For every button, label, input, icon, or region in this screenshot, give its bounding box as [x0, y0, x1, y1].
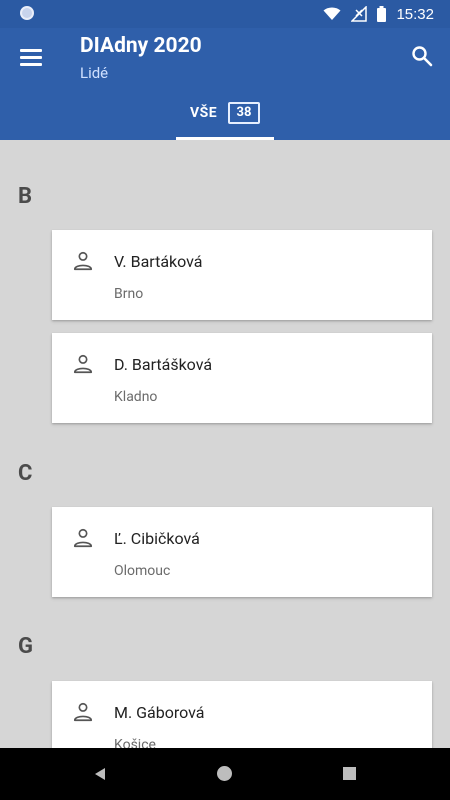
tab-all-label: VŠE — [190, 105, 218, 121]
battery-icon — [377, 6, 387, 22]
person-city: Brno — [114, 286, 144, 302]
notification-icon — [20, 6, 34, 20]
person-icon — [73, 702, 93, 722]
home-icon[interactable] — [217, 766, 232, 781]
person-name: D. Bartášková — [114, 355, 213, 374]
search-button[interactable] — [410, 44, 436, 70]
wifi-icon — [323, 7, 341, 20]
recents-icon[interactable] — [343, 767, 356, 780]
person-name: V. Bartáková — [114, 252, 203, 271]
signal-icon — [351, 6, 368, 22]
person-card[interactable]: V. Bartáková Brno — [52, 230, 432, 320]
system-nav-bar — [0, 748, 450, 800]
section-header-g: G — [18, 634, 33, 659]
search-icon — [412, 46, 433, 67]
tab-all[interactable]: VŠE 38 — [176, 100, 274, 140]
status-icons: 15:32 — [323, 5, 434, 23]
section-header-c: C — [18, 461, 33, 486]
person-icon — [73, 251, 93, 271]
app-bar: DIAdny 2020 Lidé VŠE 38 — [0, 28, 450, 140]
status-bar: 15:32 — [0, 0, 450, 28]
person-icon — [73, 528, 93, 548]
person-card[interactable]: Ľ. Cibičková Olomouc — [52, 507, 432, 597]
person-card[interactable]: D. Bartášková Kladno — [52, 333, 432, 423]
status-time: 15:32 — [396, 5, 434, 23]
person-name: M. Gáborová — [114, 703, 205, 722]
person-icon — [73, 354, 93, 374]
app-title: DIAdny 2020 — [80, 34, 202, 58]
people-list[interactable]: B V. Bartáková Brno D. Bartášková Kladno… — [0, 140, 450, 771]
tab-count-badge: 38 — [228, 102, 260, 124]
person-city: Kladno — [114, 389, 158, 405]
section-header-b: B — [18, 184, 33, 209]
person-city: Olomouc — [114, 563, 171, 579]
screen-subtitle: Lidé — [80, 64, 109, 82]
person-name: Ľ. Cibičková — [114, 529, 200, 548]
back-icon[interactable] — [92, 766, 108, 782]
menu-button[interactable] — [18, 46, 44, 68]
